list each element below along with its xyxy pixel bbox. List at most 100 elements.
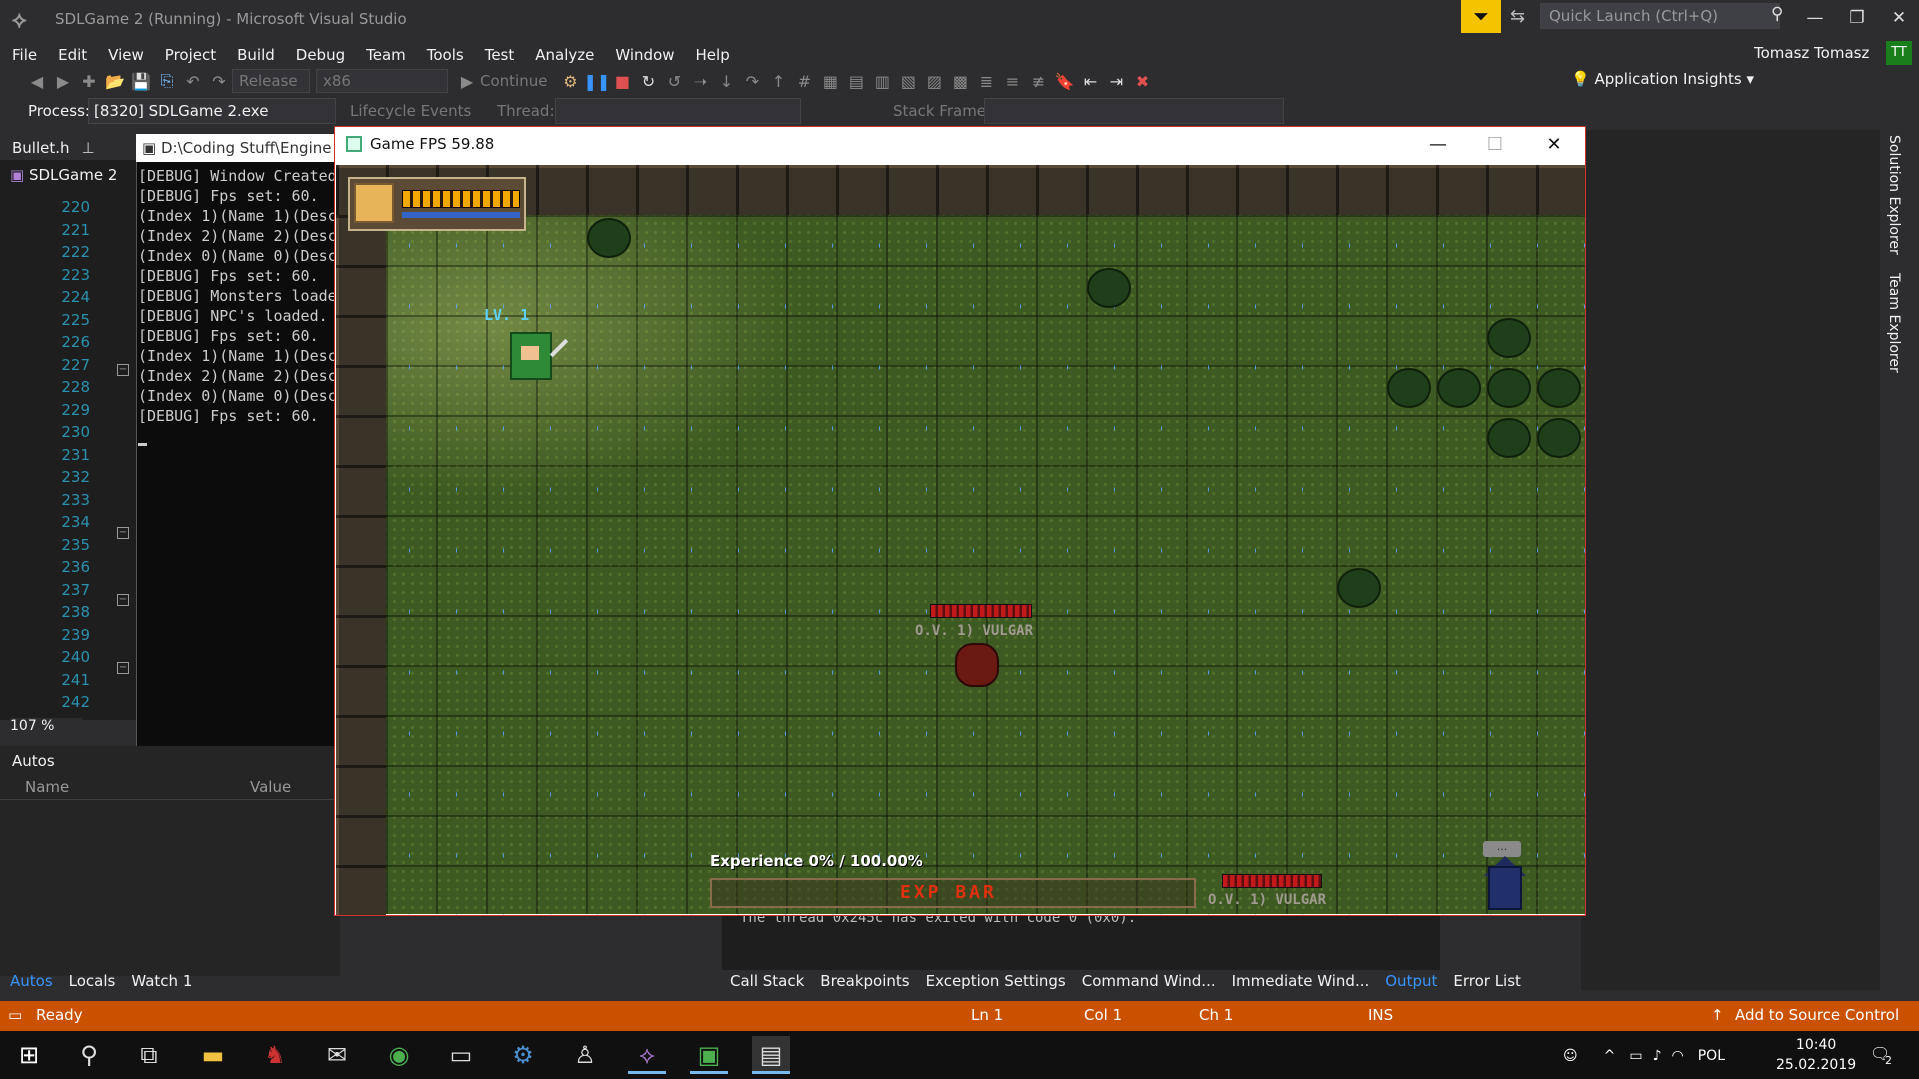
process-icon[interactable]: ⚙ <box>557 72 583 91</box>
comment-icon[interactable]: ≡ <box>999 72 1025 91</box>
tab-immediate-window[interactable]: Immediate Wind... <box>1232 972 1370 990</box>
autos-column-value[interactable]: Value <box>250 778 291 796</box>
menu-project[interactable]: Project <box>165 46 216 64</box>
save-all-icon[interactable]: ⎘ <box>154 71 180 91</box>
new-project-icon[interactable]: ✚ <box>76 72 102 91</box>
list-icon[interactable]: ≣ <box>973 72 999 91</box>
menu-tools[interactable]: Tools <box>427 46 464 64</box>
fold-toggle-icon[interactable]: − <box>117 662 129 674</box>
menu-team[interactable]: Team <box>366 46 406 64</box>
tab-watch-1[interactable]: Watch 1 <box>131 972 192 990</box>
battery-icon[interactable]: ▭ <box>1629 1048 1642 1064</box>
tab-autos[interactable]: Autos <box>10 972 53 990</box>
game-maximize-button[interactable]: ☐ <box>1473 130 1517 160</box>
fold-toggle-icon[interactable]: − <box>117 594 129 606</box>
user-name[interactable]: Tomasz Tomasz <box>1754 44 1869 62</box>
menu-file[interactable]: File <box>12 46 37 64</box>
wifi-icon[interactable]: ◠ <box>1672 1048 1684 1064</box>
mail-icon[interactable]: ✉ <box>318 1036 356 1074</box>
undo-icon[interactable]: ↶ <box>180 72 206 91</box>
visual-studio-taskbar-icon[interactable]: ⟡ <box>628 1036 666 1074</box>
source-control-icon[interactable]: ↑ <box>1711 1006 1724 1024</box>
close-button[interactable]: ✕ <box>1877 4 1919 32</box>
menu-view[interactable]: View <box>108 46 144 64</box>
open-folder-icon[interactable]: 📂 <box>102 72 128 91</box>
start-icon[interactable]: ⊞ <box>10 1036 48 1074</box>
tab-exception-settings[interactable]: Exception Settings <box>926 972 1066 990</box>
step-over-icon[interactable]: ↷ <box>739 72 765 91</box>
tab-call-stack[interactable]: Call Stack <box>730 972 804 990</box>
task-view-icon[interactable]: ⧉ <box>130 1036 168 1074</box>
stack-frame-dropdown[interactable] <box>984 98 1284 124</box>
game-app-icon[interactable]: ♞ <box>256 1036 294 1074</box>
tray-expand-icon[interactable]: ^ <box>1604 1048 1616 1064</box>
chrome-icon[interactable]: ◉ <box>380 1036 418 1074</box>
next-bookmark-icon[interactable]: ⇥ <box>1103 72 1129 91</box>
feedback-filter-icon[interactable]: ⏷ <box>1461 0 1501 33</box>
pause-icon[interactable]: ❚❚ <box>583 72 610 91</box>
language-indicator[interactable]: POL <box>1698 1048 1725 1064</box>
fold-toggle-icon[interactable]: − <box>117 527 129 539</box>
uncomment-icon[interactable]: ≢ <box>1025 72 1051 91</box>
table-icon[interactable]: ▧ <box>895 72 921 91</box>
game-window-titlebar[interactable] <box>335 127 1585 164</box>
game-minimize-button[interactable]: — <box>1416 130 1460 160</box>
restart-icon[interactable]: ↻ <box>635 72 661 91</box>
step-out-icon[interactable]: ↑ <box>765 72 791 91</box>
tab-locals[interactable]: Locals <box>69 972 116 990</box>
game-close-button[interactable]: ✕ <box>1532 130 1576 160</box>
menu-debug[interactable]: Debug <box>296 46 345 64</box>
menu-analyze[interactable]: Analyze <box>535 46 594 64</box>
project-scope-dropdown[interactable]: ▣ SDLGame 2 <box>10 166 140 184</box>
quick-launch-input[interactable]: Quick Launch (Ctrl+Q) <box>1540 3 1780 29</box>
application-insights-button[interactable]: 💡 Application Insights ▾ <box>1571 70 1754 88</box>
pin-icon[interactable]: ⊥ <box>82 139 95 157</box>
prev-bookmark-icon[interactable]: ⇤ <box>1077 72 1103 91</box>
save-icon[interactable]: 💾 <box>128 72 154 91</box>
search-icon[interactable]: ⚲ <box>70 1036 108 1074</box>
game-window-taskbar-icon[interactable]: ▣ <box>690 1036 728 1074</box>
thread-dropdown[interactable] <box>555 98 801 124</box>
hex-display-icon[interactable]: # <box>791 72 817 91</box>
lifecycle-events-dropdown[interactable]: Lifecycle Events <box>350 102 471 120</box>
show-next-statement-icon[interactable]: ➝ <box>687 72 713 91</box>
console-title[interactable]: ▣ D:\Coding Stuff\Engine C <box>136 134 346 162</box>
continue-icon[interactable]: ▶ <box>454 72 480 91</box>
steam-icon[interactable]: ⚙ <box>504 1036 542 1074</box>
restore-button[interactable]: ❐ <box>1835 4 1879 32</box>
process-dropdown[interactable]: [8320] SDLGame 2.exe <box>88 98 336 124</box>
grid-icon[interactable]: ▤ <box>843 72 869 91</box>
tab-team-explorer[interactable]: Team Explorer <box>1886 273 1902 373</box>
menu-build[interactable]: Build <box>237 46 275 64</box>
clock[interactable]: 10:40 25.02.2019 <box>1776 1035 1856 1075</box>
person-app-icon[interactable]: ♙ <box>566 1036 604 1074</box>
people-icon[interactable]: ☺ <box>1563 1048 1578 1064</box>
autos-column-name[interactable]: Name <box>25 778 69 796</box>
menu-edit[interactable]: Edit <box>58 46 87 64</box>
redo-icon[interactable]: ↷ <box>206 72 232 91</box>
file-explorer-icon[interactable]: ▬ <box>194 1036 232 1074</box>
tab-breakpoints[interactable]: Breakpoints <box>820 972 909 990</box>
layout-icon[interactable]: ▨ <box>921 72 947 91</box>
console-taskbar-icon[interactable]: ▤ <box>752 1036 790 1074</box>
continue-button[interactable]: Continue <box>480 72 547 90</box>
platform-dropdown[interactable]: x86 <box>316 69 448 93</box>
send-feedback-icon[interactable]: ⇆ <box>1510 6 1525 27</box>
menu-help[interactable]: Help <box>696 46 730 64</box>
menu-test[interactable]: Test <box>485 46 515 64</box>
minimize-button[interactable]: — <box>1793 4 1837 32</box>
clear-bookmarks-icon[interactable]: ✖ <box>1129 72 1155 91</box>
fold-toggle-icon[interactable]: − <box>117 364 129 376</box>
sql-icon[interactable]: ▥ <box>869 72 895 91</box>
tab-command-window[interactable]: Command Wind... <box>1082 972 1216 990</box>
avatar[interactable]: TT <box>1886 41 1912 65</box>
hot-reload-icon[interactable]: ↺ <box>661 72 687 91</box>
bookmark-icon[interactable]: 🔖 <box>1051 72 1077 91</box>
tab-output[interactable]: Output <box>1385 972 1437 990</box>
diagram-icon[interactable]: ▩ <box>947 72 973 91</box>
back-icon[interactable]: ◀ <box>24 72 50 91</box>
tab-error-list[interactable]: Error List <box>1453 972 1521 990</box>
forward-icon[interactable]: ▶ <box>50 72 76 91</box>
tab-solution-explorer[interactable]: Solution Explorer <box>1886 135 1902 255</box>
tab-bullet-h[interactable]: Bullet.h <box>0 139 82 157</box>
